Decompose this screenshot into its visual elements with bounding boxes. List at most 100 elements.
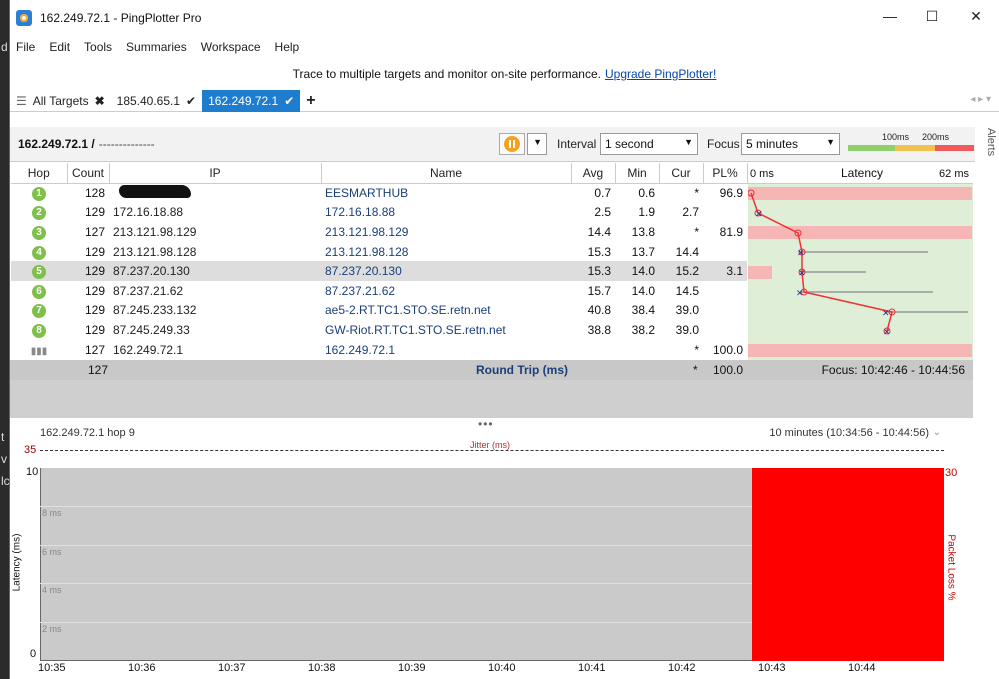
pause-dropdown-button[interactable]: ▼ <box>527 133 547 155</box>
chevron-down-icon: ▼ <box>826 137 835 147</box>
cur-marker: ✕ <box>882 308 890 318</box>
menu-file[interactable]: File <box>16 40 35 54</box>
hop-pl: 3.1 <box>703 261 747 281</box>
x-tick: 10:39 <box>398 662 426 674</box>
x-tick: 10:36 <box>128 662 156 674</box>
hop-min: 1.9 <box>638 205 655 220</box>
hop-avg: 2.5 <box>594 205 611 220</box>
hop-count: 127 <box>84 224 105 239</box>
timeline-range[interactable]: 10 minutes (10:34:56 - 10:44:56) <box>769 427 929 439</box>
cur-marker: ✕ <box>797 248 805 258</box>
interval-value: 1 second <box>605 137 654 151</box>
hop-pl: 96.9 <box>719 186 743 201</box>
menu-tools[interactable]: Tools <box>84 40 112 54</box>
hop-number-badge: 3 <box>32 225 46 240</box>
hop-row[interactable]: 7 129 87.245.233.132 ae5-2.RT.TC1.STO.SE… <box>11 301 747 321</box>
round-trip-count: 127 <box>88 363 109 377</box>
hop-name: 162.249.72.1 <box>325 342 396 357</box>
col-hop[interactable]: Hop <box>11 163 68 184</box>
hop-name: GW-Riot.RT.TC1.STO.SE.retn.net <box>325 322 506 337</box>
hop-pl <box>703 320 747 340</box>
jitter-label: Jitter (ms) <box>470 440 510 450</box>
hop-count: 129 <box>84 322 105 337</box>
tab-scroll-arrows-icon[interactable]: ◂ ▸ ▾ <box>970 94 991 105</box>
hop-cur: * <box>694 342 699 357</box>
menu-edit[interactable]: Edit <box>49 40 70 54</box>
hop-row-selected[interactable]: 5 129 87.237.20.130 87.237.20.130 15.3 1… <box>11 261 747 281</box>
hop-row-destination[interactable]: ▮▮▮ 127 162.249.72.1 162.249.72.1 * 100.… <box>11 340 747 360</box>
chevron-down-icon[interactable]: ⌄ <box>933 427 941 438</box>
pause-button[interactable] <box>499 133 525 155</box>
hop-table: Hop Count IP Name Avg Min Cur PL% 1 128 … <box>11 163 748 359</box>
upgrade-link[interactable]: Upgrade PingPlotter! <box>605 67 716 81</box>
hop-pl: 100.0 <box>712 342 743 357</box>
hop-pl <box>703 281 747 301</box>
chevron-down-icon: ▼ <box>533 137 542 147</box>
tab-target[interactable]: 185.40.65.1 ✔ <box>111 90 202 112</box>
hop-cur: * <box>694 224 699 239</box>
round-trip-pl: 100.0 <box>713 363 744 377</box>
alerts-side-tab[interactable]: Alerts <box>975 128 997 428</box>
timeline-header: 162.249.72.1 hop 9 10 minutes (10:34:56 … <box>10 425 973 441</box>
packet-loss-block <box>752 468 944 661</box>
target-suffix: -------------- <box>98 137 155 151</box>
hop-avg: 15.3 <box>571 261 615 281</box>
interval-select[interactable]: 1 second ▼ <box>600 133 698 155</box>
scale-red <box>935 145 974 151</box>
minimize-button[interactable]: — <box>880 8 900 24</box>
checkmark-icon: ✔ <box>284 93 295 108</box>
menu-help[interactable]: Help <box>275 40 300 54</box>
hop-count: 129 <box>84 283 105 298</box>
y-tick: 2 ms <box>42 624 62 634</box>
col-pl[interactable]: PL% <box>703 163 748 184</box>
latency-color-scale: 100ms 200ms <box>848 132 974 154</box>
col-count[interactable]: Count <box>67 163 110 184</box>
bar-chart-icon[interactable]: ▮▮▮ <box>31 346 48 357</box>
tab-target-active[interactable]: 162.249.72.1 ✔ <box>202 89 301 112</box>
focus-select[interactable]: 5 minutes ▼ <box>741 133 840 155</box>
hop-ip: 87.237.21.62 <box>113 283 184 298</box>
menu-summaries[interactable]: Summaries <box>126 40 187 54</box>
plus-icon: + <box>306 91 316 109</box>
menu-workspace[interactable]: Workspace <box>201 40 261 54</box>
chevron-down-icon: ▼ <box>684 137 693 147</box>
hop-row[interactable]: 8 129 87.245.249.33 GW-Riot.RT.TC1.STO.S… <box>11 320 747 340</box>
close-button[interactable]: ✕ <box>966 8 986 25</box>
timeline-title: 162.249.72.1 hop 9 <box>40 427 135 439</box>
hop-ip: 213.121.98.128 <box>113 244 197 259</box>
hop-row[interactable]: 6 129 87.237.21.62 87.237.21.62 15.7 14.… <box>11 281 747 301</box>
col-avg[interactable]: Avg <box>571 163 616 184</box>
hop-ip: 87.245.249.33 <box>113 322 190 337</box>
round-trip-label: Round Trip (ms) <box>476 363 568 377</box>
tab-label: All Targets <box>32 93 89 108</box>
col-min[interactable]: Min <box>615 163 660 184</box>
cur-marker: ✕ <box>798 268 806 278</box>
hop-row[interactable]: 2 129 172.16.18.88 172.16.18.88 2.5 1.9 … <box>11 203 747 223</box>
close-tab-icon[interactable]: ✖ <box>95 94 105 108</box>
hop-number-badge: 5 <box>32 265 46 280</box>
hop-row[interactable]: 3 127 213.121.98.129 213.121.98.129 14.4… <box>11 222 747 242</box>
maximize-button[interactable]: ☐ <box>922 8 942 25</box>
add-tab-button[interactable]: + <box>300 90 321 112</box>
hop-row[interactable]: 1 128 EESMARTHUB 0.7 0.6 * 96.9 <box>11 183 747 203</box>
x-tick: 10:42 <box>668 662 696 674</box>
focus-value: 5 minutes <box>746 137 799 151</box>
focus-range: Focus: 10:42:46 - 10:44:56 <box>821 363 965 377</box>
promo-banner: Trace to multiple targets and monitor on… <box>10 58 999 90</box>
col-name[interactable]: Name <box>321 163 572 184</box>
hop-pl <box>703 301 747 321</box>
col-cur[interactable]: Cur <box>659 163 704 184</box>
x-tick: 10:44 <box>848 662 876 674</box>
hop-min <box>615 340 659 360</box>
hop-count: 129 <box>84 205 105 220</box>
tab-all-targets[interactable]: ☰ All Targets ✖ <box>10 90 111 112</box>
bg-text-fragment: t <box>1 430 5 444</box>
redaction-scribble <box>119 185 191 199</box>
hop-count: 129 <box>84 244 105 259</box>
focus-label: Focus <box>707 137 740 151</box>
y-axis-label-loss: Packet Loss % <box>945 534 957 601</box>
hop-row[interactable]: 4 129 213.121.98.128 213.121.98.128 15.3… <box>11 242 747 262</box>
hop-name: 87.237.21.62 <box>325 283 396 298</box>
hop-cur: 2.7 <box>682 205 699 220</box>
col-ip[interactable]: IP <box>109 163 322 184</box>
